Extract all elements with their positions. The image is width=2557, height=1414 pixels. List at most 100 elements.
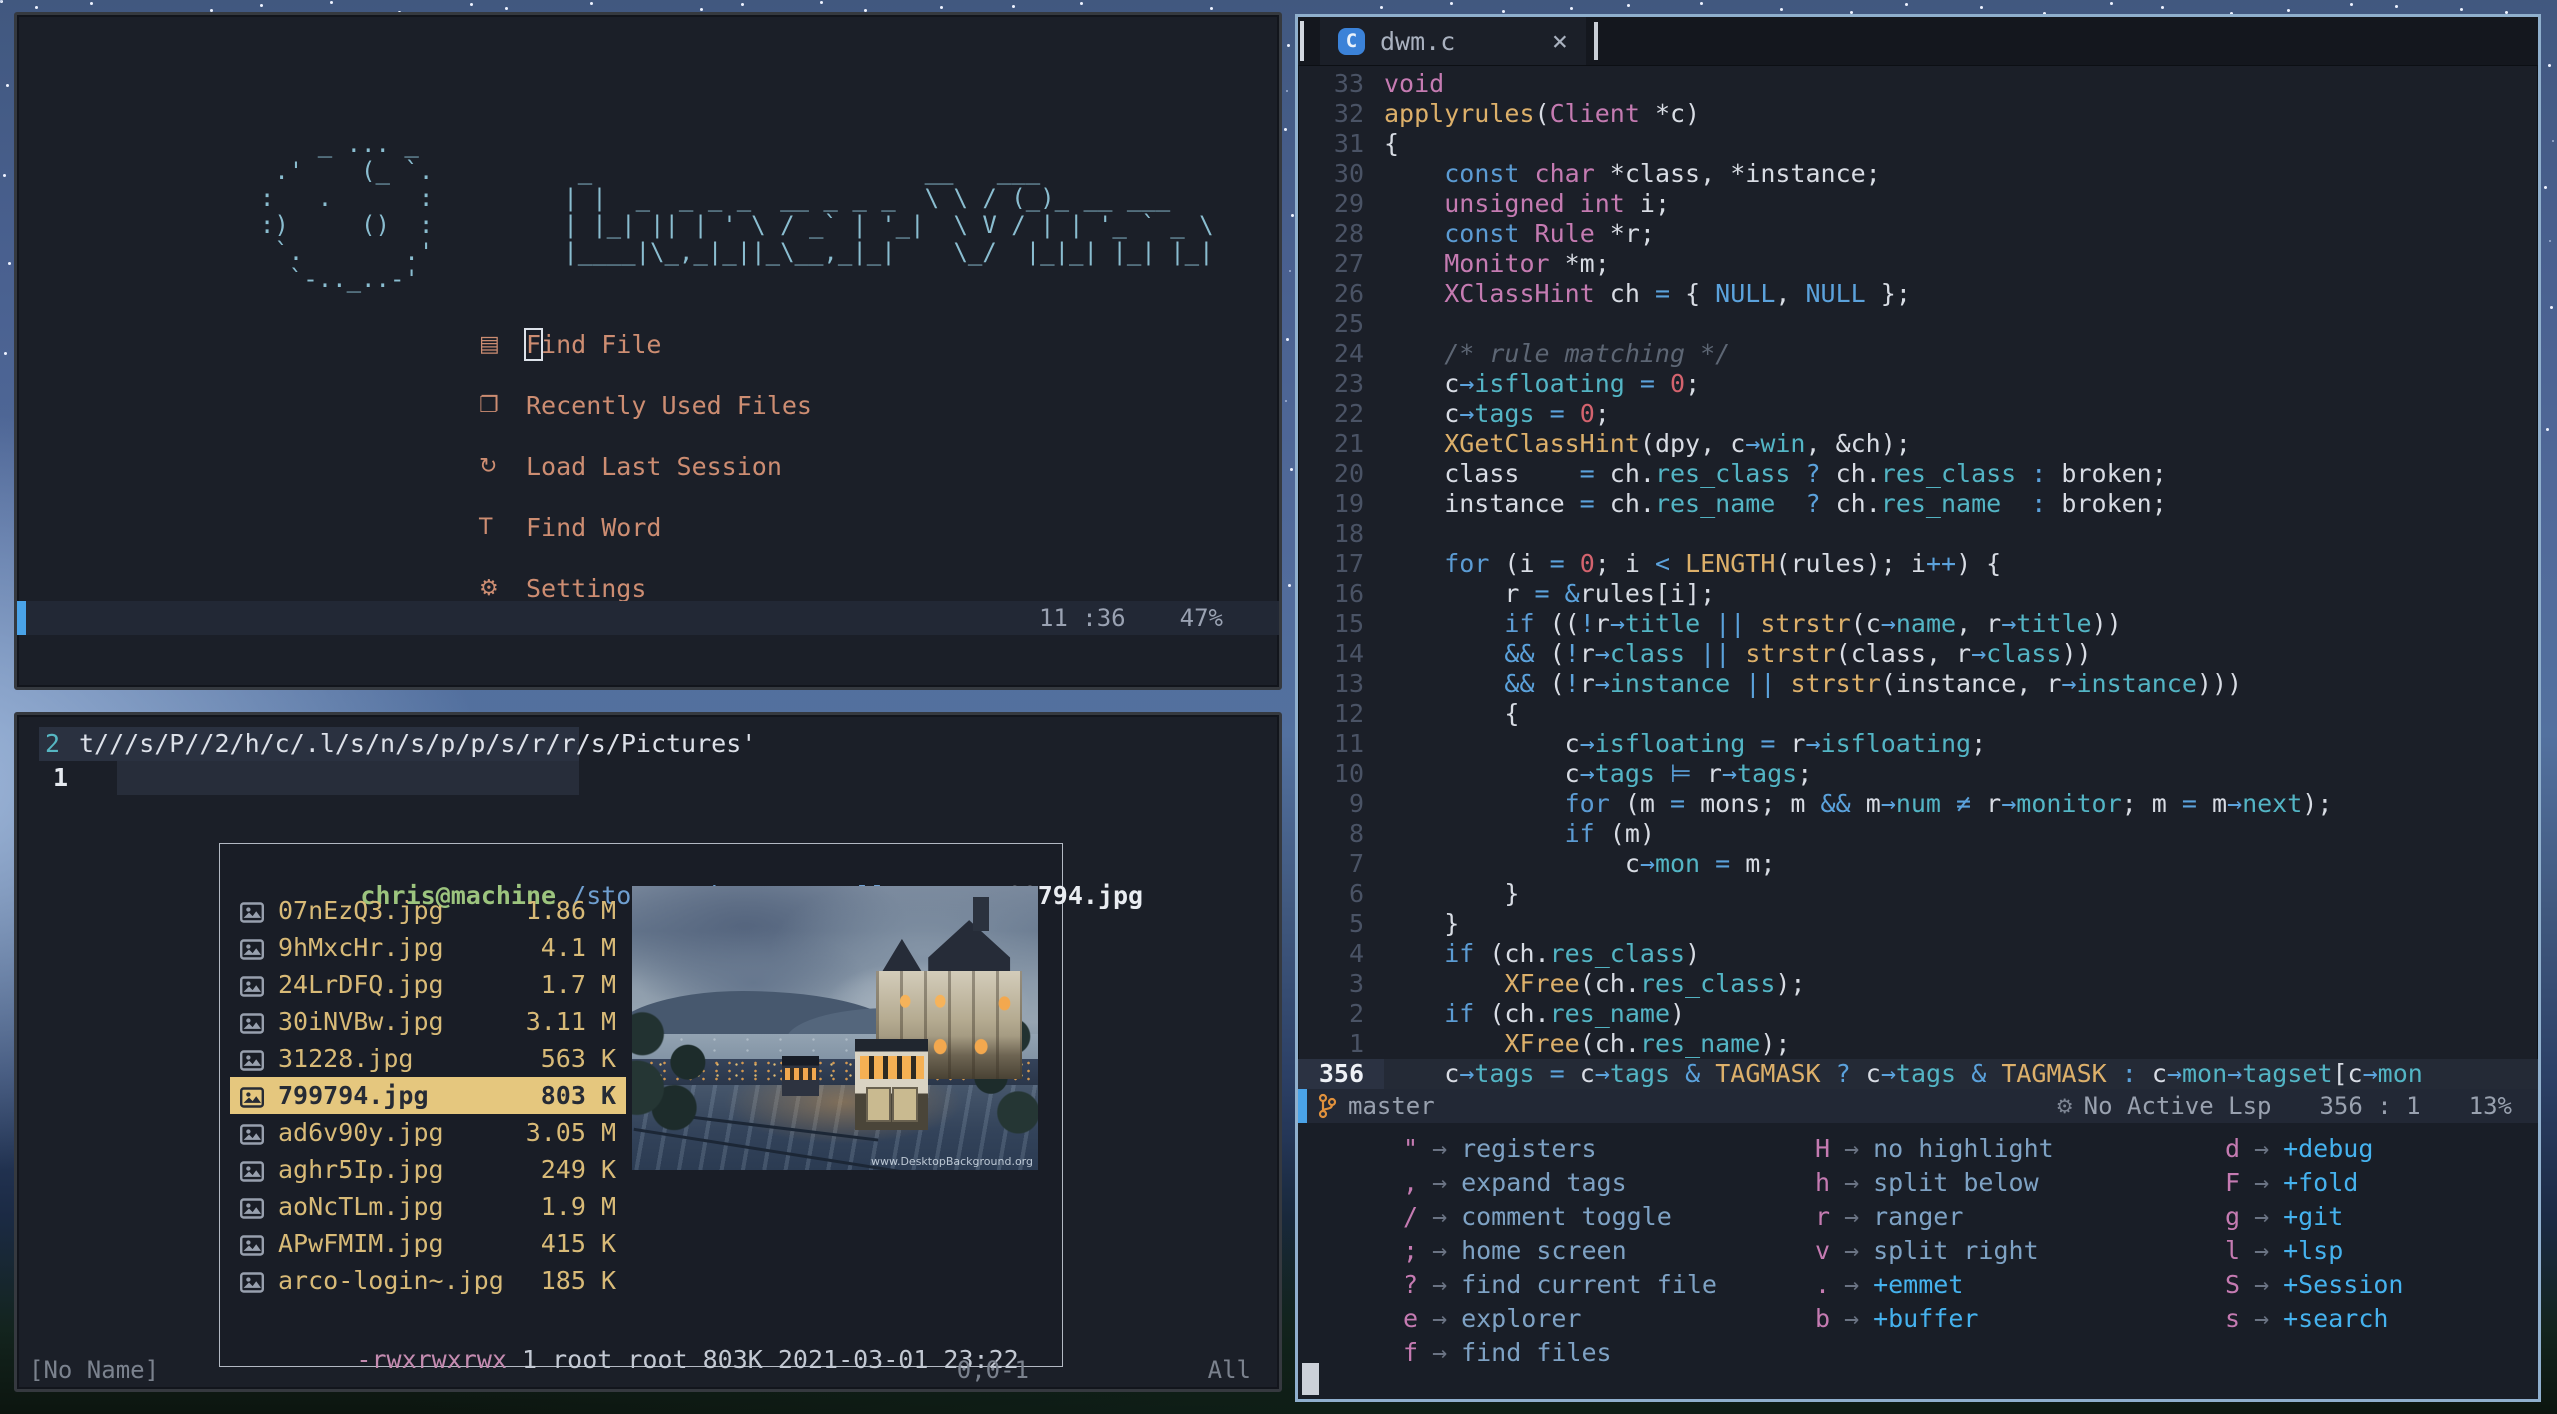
- code-line[interactable]: 1 XFree(ch.res_name);: [1298, 1029, 2538, 1059]
- menu-item-settings[interactable]: ⚙ Settings: [479, 573, 812, 603]
- code-text: /* rule matching */: [1444, 339, 1731, 368]
- code-line[interactable]: 11 c→isfloating = r→isfloating;: [1298, 729, 2538, 759]
- arrow-icon: →: [1844, 1133, 1860, 1163]
- code-line[interactable]: 16 r = &rules[i];: [1298, 579, 2538, 609]
- code-text: Monitor *m;: [1444, 249, 1610, 278]
- image-file-icon: [240, 976, 264, 997]
- whichkey-label: ranger: [1873, 1201, 1964, 1231]
- image-file-icon: [240, 1124, 264, 1145]
- file-name: 799794.jpg: [278, 1081, 429, 1110]
- code-line[interactable]: 19 instance = ch.res_name ? ch.res_name …: [1298, 489, 2538, 519]
- tab-dwm-c[interactable]: C dwm.c ×: [1320, 17, 1586, 65]
- code-line[interactable]: 6 }: [1298, 879, 2538, 909]
- scroll-percent: 13%: [2468, 1092, 2512, 1120]
- arrow-icon: →: [2254, 1235, 2270, 1265]
- code-line[interactable]: 356 c→tags = c→tags & TAGMASK ? c→tags &…: [1298, 1059, 2538, 1089]
- code-text: {: [1384, 699, 1520, 728]
- image-file-icon: [240, 1122, 264, 1145]
- code-line[interactable]: 9 for (m = mons; m && m→num ≠ r→monitor;…: [1298, 789, 2538, 819]
- file-row[interactable]: 07nEzQ3.jpg 1.86 M: [230, 892, 626, 929]
- code-line[interactable]: 32 applyrules(Client *c): [1298, 99, 2538, 129]
- code-line[interactable]: 4 if (ch.res_class): [1298, 939, 2538, 969]
- code-line[interactable]: 20 class = ch.res_class ? ch.res_class :…: [1298, 459, 2538, 489]
- arrow-icon: →: [1432, 1269, 1448, 1299]
- code-line[interactable]: 15 if ((!r→title || strstr(c→name, r→tit…: [1298, 609, 2538, 639]
- file-row[interactable]: aghr5Ip.jpg 249 K: [230, 1151, 626, 1188]
- file-size: 3.11 M: [525, 1007, 616, 1036]
- buffer-line[interactable]: 1: [17, 761, 1279, 795]
- file-lines-icon: ▤: [479, 331, 500, 357]
- file-row[interactable]: 9hMxcHr.jpg 4.1 M: [230, 929, 626, 966]
- code-line[interactable]: 12 {: [1298, 699, 2538, 729]
- code-text: if (ch.res_class): [1444, 939, 1701, 968]
- git-branch-segment: master: [1316, 1089, 1435, 1123]
- preview-trees: [632, 993, 750, 1136]
- code-line[interactable]: 22 c→tags = 0;: [1298, 399, 2538, 429]
- file-size: 4.1 M: [540, 933, 616, 962]
- whichkey-binding: F → +fold: [2160, 1165, 2403, 1199]
- code-line[interactable]: 33 void: [1298, 69, 2538, 99]
- tab-bar: C dwm.c ×: [1298, 17, 2538, 66]
- file-row[interactable]: arco-login~.jpg 185 K: [230, 1262, 626, 1299]
- code-line[interactable]: 14 && (!r→class || strstr(class, r→class…: [1298, 639, 2538, 669]
- whichkey-binding: b → +buffer: [1750, 1301, 2054, 1335]
- whichkey-key: .: [1814, 1269, 1830, 1299]
- line-number: 3: [1348, 969, 1364, 998]
- code-line[interactable]: 21 XGetClassHint(dpy, c→win, &ch);: [1298, 429, 2538, 459]
- file-name: 24LrDFQ.jpg: [278, 970, 444, 999]
- code-text: instance = ch.res_name ? ch.res_name : b…: [1384, 489, 2167, 518]
- file-row[interactable]: APwFMIM.jpg 415 K: [230, 1225, 626, 1262]
- file-row[interactable]: aoNcTLm.jpg 1.9 M: [230, 1188, 626, 1225]
- code-line[interactable]: 25: [1298, 309, 2538, 339]
- line-number: 15: [1333, 609, 1364, 638]
- code-line[interactable]: 30 const char *class, *instance;: [1298, 159, 2538, 189]
- menu-item-recently-used-files[interactable]: ❐ Recently Used Files: [479, 390, 812, 420]
- code-line[interactable]: 26 XClassHint ch = { NULL, NULL };: [1298, 279, 2538, 309]
- arrow-icon: →: [2254, 1201, 2270, 1231]
- whichkey-label: explorer: [1461, 1303, 1582, 1333]
- terminal-cursor: [1302, 1363, 1319, 1395]
- file-row[interactable]: 799794.jpg 803 K: [230, 1077, 626, 1114]
- code-text: if ((!r→title || strstr(c→name, r→title)…: [1504, 609, 2122, 638]
- code-line[interactable]: 3 XFree(ch.res_class);: [1298, 969, 2538, 999]
- tabline-cursor: [1594, 22, 1598, 60]
- code-text: for (i = 0; i < LENGTH(rules); i++) {: [1444, 549, 2002, 578]
- code-line[interactable]: 8 if (m): [1298, 819, 2538, 849]
- git-branch-name: master: [1348, 1092, 1435, 1120]
- file-size: 185 K: [540, 1266, 616, 1295]
- scroll-indicator: All: [1207, 1356, 1251, 1384]
- file-row[interactable]: 30iNVBw.jpg 3.11 M: [230, 1003, 626, 1040]
- code-line[interactable]: 10 c→tags ⊨ r→tags;: [1298, 759, 2538, 789]
- whichkey-label: +emmet: [1873, 1269, 1964, 1299]
- code-area[interactable]: 33 void 32 applyrules(Client *c) 31{30 const…: [1298, 69, 2538, 1089]
- code-line[interactable]: 31 {: [1298, 129, 2538, 159]
- code-line[interactable]: 28 const Rule *r;: [1298, 219, 2538, 249]
- line-number: 27: [1333, 249, 1364, 278]
- file-row[interactable]: ad6v90y.jpg 3.05 M: [230, 1114, 626, 1151]
- file-row[interactable]: 24LrDFQ.jpg 1.7 M: [230, 966, 626, 1003]
- menu-item-load-last-session[interactable]: ↻ Load Last Session: [479, 451, 812, 481]
- image-file-icon: [240, 1196, 264, 1219]
- whichkey-binding: ? → find current file: [1338, 1267, 1717, 1301]
- whichkey-key: f: [1402, 1337, 1418, 1367]
- file-size: 3.05 M: [525, 1118, 616, 1147]
- code-line[interactable]: 27 Monitor *m;: [1298, 249, 2538, 279]
- preview-tram-panel: [865, 1086, 892, 1122]
- code-line[interactable]: 2 if (ch.res_name): [1298, 999, 2538, 1029]
- arrow-icon: →: [2254, 1269, 2270, 1299]
- code-line[interactable]: 13 && (!r→instance || strstr(instance, r…: [1298, 669, 2538, 699]
- code-line[interactable]: 29 unsigned int i;: [1298, 189, 2538, 219]
- whichkey-binding: ; → home screen: [1338, 1233, 1717, 1267]
- buffer-line[interactable]: 2 t///s/P//2/h/c/.l/s/n/s/p/p/s/r/r/s/Pi…: [17, 727, 1279, 761]
- code-line[interactable]: 18: [1298, 519, 2538, 549]
- code-line[interactable]: 24 /* rule matching */: [1298, 339, 2538, 369]
- menu-item-find-word[interactable]: T Find Word: [479, 512, 812, 542]
- line-number: 17: [1333, 549, 1364, 578]
- code-line[interactable]: 17 for (i = 0; i < LENGTH(rules); i++) {: [1298, 549, 2538, 579]
- code-line[interactable]: 7 c→mon = m;: [1298, 849, 2538, 879]
- file-row[interactable]: 31228.jpg 563 K: [230, 1040, 626, 1077]
- tab-close-button[interactable]: ×: [1552, 26, 1568, 57]
- whichkey-binding: l → +lsp: [2160, 1233, 2403, 1267]
- code-line[interactable]: 5 }: [1298, 909, 2538, 939]
- code-line[interactable]: 23 c→isfloating = 0;: [1298, 369, 2538, 399]
